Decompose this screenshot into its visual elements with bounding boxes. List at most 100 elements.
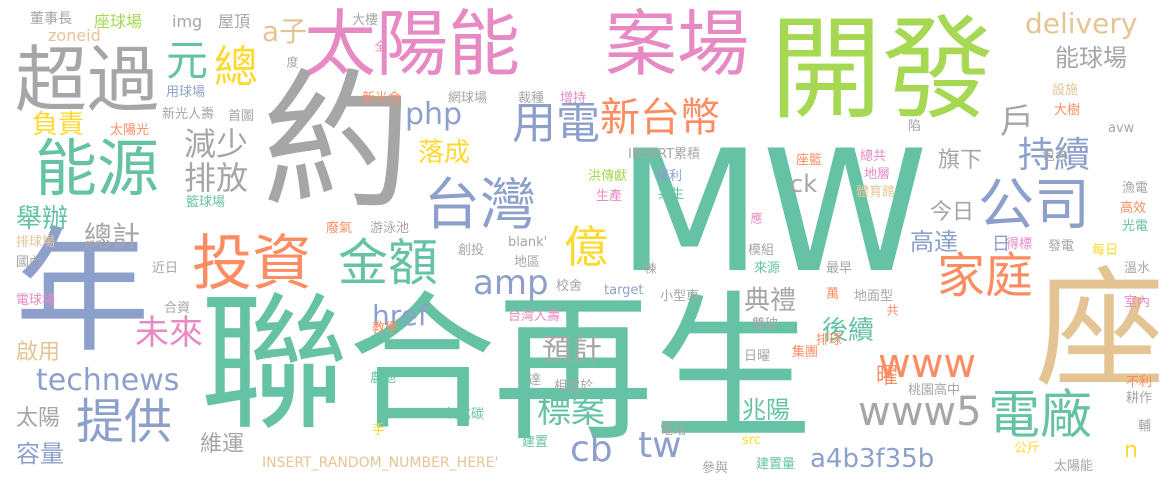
word-anchang: 案場 (605, 2, 750, 86)
word-zuizao: 最早 (826, 261, 853, 276)
word-hongchuanxian: 洪傳獻 (588, 169, 628, 184)
word-yudian: 漁電 (1122, 181, 1149, 196)
word-xiaoshe: 校舍 (556, 279, 583, 294)
word-debiao: 得標 (1006, 237, 1033, 252)
word-xiangdangyu: 相當於 (554, 379, 594, 394)
word-fadian: 發電 (1048, 239, 1075, 254)
word-technews: technews (36, 363, 180, 398)
word-taiyang: 太陽 (16, 406, 61, 431)
word-yuji: 預計 (542, 333, 602, 368)
word-zhaoyang: 兆陽 (742, 396, 790, 424)
word-zongji: 總計 (84, 220, 141, 253)
word-target: target (604, 283, 644, 298)
word-qixia: 旗下 (938, 148, 983, 173)
word-jituan: 集團 (792, 345, 819, 360)
word-touzi: 投資 (192, 229, 312, 299)
word-dong: 棟 (643, 262, 657, 274)
word-taiyangneng-small: 太陽能 (1054, 459, 1094, 474)
word-delivery: delivery (1025, 7, 1138, 40)
word-wan: 萬 (826, 287, 840, 302)
word-zuolan: 座籃 (796, 153, 823, 168)
word-youyongchi: 游泳池 (370, 221, 410, 236)
word-zengchi: 增持 (560, 91, 587, 106)
word-jiating: 家庭 (937, 248, 1034, 304)
word-amp: amp (473, 263, 549, 303)
word-taoyuangaozhong: 桃園高中 (908, 383, 961, 398)
word-jianzhiliang: 建置量 (756, 457, 796, 472)
word-jinri: 今日 (930, 200, 975, 225)
word-zonggong: 總共 (860, 149, 887, 164)
word-laiyuan: 來源 (754, 261, 781, 276)
word-img: img (172, 12, 203, 31)
word-baohan: 包含 (1042, 149, 1069, 164)
word-weiyun: 維運 (200, 432, 245, 457)
word-blank: blank' (508, 235, 548, 250)
word-quanli: 權利 (656, 169, 683, 184)
word-jine: 金額 (338, 234, 438, 292)
word-jiaoxue: 教學 (372, 321, 399, 336)
word-n: n (1124, 438, 1138, 463)
word-diceng: 地層 (864, 167, 891, 182)
word-yao: 曜 (876, 364, 899, 389)
word-dianzhan: 電站 (660, 423, 687, 438)
word-lanqiuchang: 籃球場 (186, 195, 226, 210)
word-jianzhi: 建置 (522, 435, 549, 450)
word-kaifa: 開發 (770, 5, 994, 135)
word-fuze: 負責 (32, 110, 85, 140)
word-gaoxiao: 高效 (1120, 201, 1147, 216)
word-nengqiuchang: 能球場 (1055, 44, 1127, 72)
word-gongjin: 公斤 (1014, 441, 1041, 456)
word-wuding: 屋頂 (218, 12, 251, 31)
word-insert-leiji: INSERT累積 (628, 147, 701, 162)
word-riyao: 日曜 (744, 349, 771, 364)
word-du: 度 (285, 56, 299, 68)
word-azi: a子 (262, 15, 308, 48)
word-cb: cb (570, 429, 613, 470)
word-taiyangguang: 太陽光 (110, 123, 150, 138)
word-zoneid: zoneid (48, 26, 101, 45)
word-dalou: 大樓 (352, 13, 379, 28)
word-shengchan: 生產 (596, 189, 623, 204)
word-zuoqiuchang: 座球場 (94, 12, 143, 31)
word-yuan: 元 (166, 36, 209, 85)
word-avw: avw (1108, 121, 1135, 136)
word-dongshizhang: 董事長 (30, 11, 72, 27)
word-guonei: 國內 (16, 255, 43, 270)
word-jinri2: 近日 (152, 261, 179, 276)
word-buli: 不利 (1126, 375, 1153, 390)
word-paifang: 排放 (184, 159, 249, 197)
word-dashu: 大樹 (1054, 103, 1081, 118)
word-xinguangjin: 新光金 (362, 91, 402, 106)
word-shou: 手 (372, 423, 386, 438)
word-hezi: 合資 (164, 301, 191, 316)
word-shoutu: 首圖 (228, 109, 255, 124)
word-taiwanrenshou: 台灣人壽 (508, 309, 561, 324)
word-gaoda: 高達 (910, 228, 958, 256)
word-yongqiuchang: 用球場 (166, 85, 206, 100)
word-paiqiu: 排球 (816, 333, 843, 348)
word-feiqi: 廢氣 (326, 221, 353, 236)
word-guangdian: 光電 (1122, 219, 1149, 234)
word-eryanghuatan: 二氧化碳 (432, 407, 485, 422)
word-biaoan: 標案 (537, 391, 605, 431)
word-wenshui: 溫水 (1124, 261, 1151, 276)
word-chuangtou: 創投 (458, 243, 485, 258)
word-dianchang: 電廠 (988, 386, 1093, 446)
word-dianqiuchang: 電球場 (16, 293, 56, 308)
word-luocheng: 落成 (418, 138, 471, 168)
word-shuangbo: 雙玻 (752, 317, 779, 332)
word-hu: 戶 (1000, 102, 1034, 142)
word-wangqiuchang: 網球場 (448, 91, 488, 106)
word-meiri: 每日 (1092, 243, 1119, 258)
word-ck: ck (790, 170, 818, 198)
word-caizhong: 裁種 (518, 91, 545, 106)
word-mozu: 模組 (748, 243, 775, 258)
word-gongsi: 公司 (978, 173, 1090, 238)
word-weilai: 未來 (135, 313, 203, 353)
word-nengyuan: 能源 (35, 132, 160, 205)
word-zong: 總 (214, 42, 258, 93)
word-insert-random: INSERT_RANDOM_NUMBER_HERE' (262, 455, 499, 471)
word-da: 達 (528, 373, 542, 388)
word-diqu: 地區 (514, 255, 541, 270)
word-gongsheng: 共生 (658, 187, 685, 202)
